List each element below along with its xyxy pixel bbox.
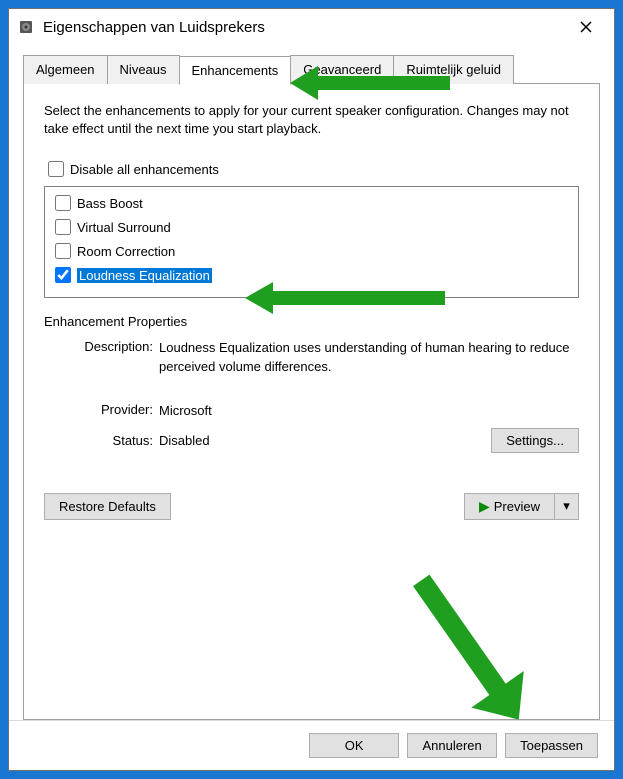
list-item[interactable]: Room Correction [51,239,572,263]
titlebar: Eigenschappen van Luidsprekers [9,9,614,45]
provider-value: Microsoft [159,402,579,420]
play-icon: ▶ [479,498,490,515]
tab-advanced[interactable]: Geavanceerd [290,55,394,84]
tab-panel-enhancements: Select the enhancements to apply for you… [23,83,600,720]
properties-dialog: Eigenschappen van Luidsprekers Algemeen … [8,8,615,771]
provider-label: Provider: [44,402,159,420]
speaker-icon [17,18,35,36]
close-button[interactable] [566,13,606,41]
tab-levels[interactable]: Niveaus [107,55,180,84]
preview-dropdown-button[interactable]: ▾ [555,493,579,520]
ok-button[interactable]: OK [309,733,399,758]
description-label: Description: [44,339,159,375]
status-label: Status: [44,433,159,448]
bass-boost-checkbox[interactable] [55,195,71,211]
dialog-button-bar: OK Annuleren Toepassen [9,720,614,770]
window-title: Eigenschappen van Luidsprekers [43,19,566,36]
bass-boost-label: Bass Boost [77,196,143,211]
tab-general[interactable]: Algemeen [23,55,108,84]
tab-spatial[interactable]: Ruimtelijk geluid [393,55,514,84]
preview-group: ▶ Preview ▾ [464,493,579,520]
room-correction-label: Room Correction [77,244,175,259]
enhancements-listbox[interactable]: Bass Boost Virtual Surround Room Correct… [44,186,579,298]
tab-enhancements[interactable]: Enhancements [179,56,292,85]
bottom-actions: Restore Defaults ▶ Preview ▾ [44,493,579,520]
panel-intro-text: Select the enhancements to apply for you… [44,102,579,138]
loudness-eq-checkbox[interactable] [55,267,71,283]
tab-row: Algemeen Niveaus Enhancements Geavanceer… [23,55,600,84]
provider-row: Provider: Microsoft [44,402,579,420]
preview-label: Preview [494,499,540,514]
loudness-eq-label: Loudness Equalization [77,268,212,283]
description-value: Loudness Equalization uses understanding… [159,339,579,375]
cancel-button[interactable]: Annuleren [407,733,497,758]
status-value: Disabled [159,433,491,448]
preview-button[interactable]: ▶ Preview [464,493,555,520]
disable-all-checkbox-row[interactable]: Disable all enhancements [44,158,579,180]
list-item[interactable]: Loudness Equalization [51,263,572,287]
virtual-surround-checkbox[interactable] [55,219,71,235]
tab-container: Algemeen Niveaus Enhancements Geavanceer… [9,45,614,720]
list-item[interactable]: Bass Boost [51,191,572,215]
status-row: Status: Disabled Settings... [44,428,579,453]
apply-button[interactable]: Toepassen [505,733,598,758]
disable-all-label: Disable all enhancements [70,162,219,177]
description-row: Description: Loudness Equalization uses … [44,339,579,375]
virtual-surround-label: Virtual Surround [77,220,171,235]
room-correction-checkbox[interactable] [55,243,71,259]
disable-all-checkbox[interactable] [48,161,64,177]
enhancement-properties-heading: Enhancement Properties [44,314,579,329]
restore-defaults-button[interactable]: Restore Defaults [44,493,171,520]
settings-button[interactable]: Settings... [491,428,579,453]
list-item[interactable]: Virtual Surround [51,215,572,239]
chevron-down-icon: ▾ [563,498,570,513]
